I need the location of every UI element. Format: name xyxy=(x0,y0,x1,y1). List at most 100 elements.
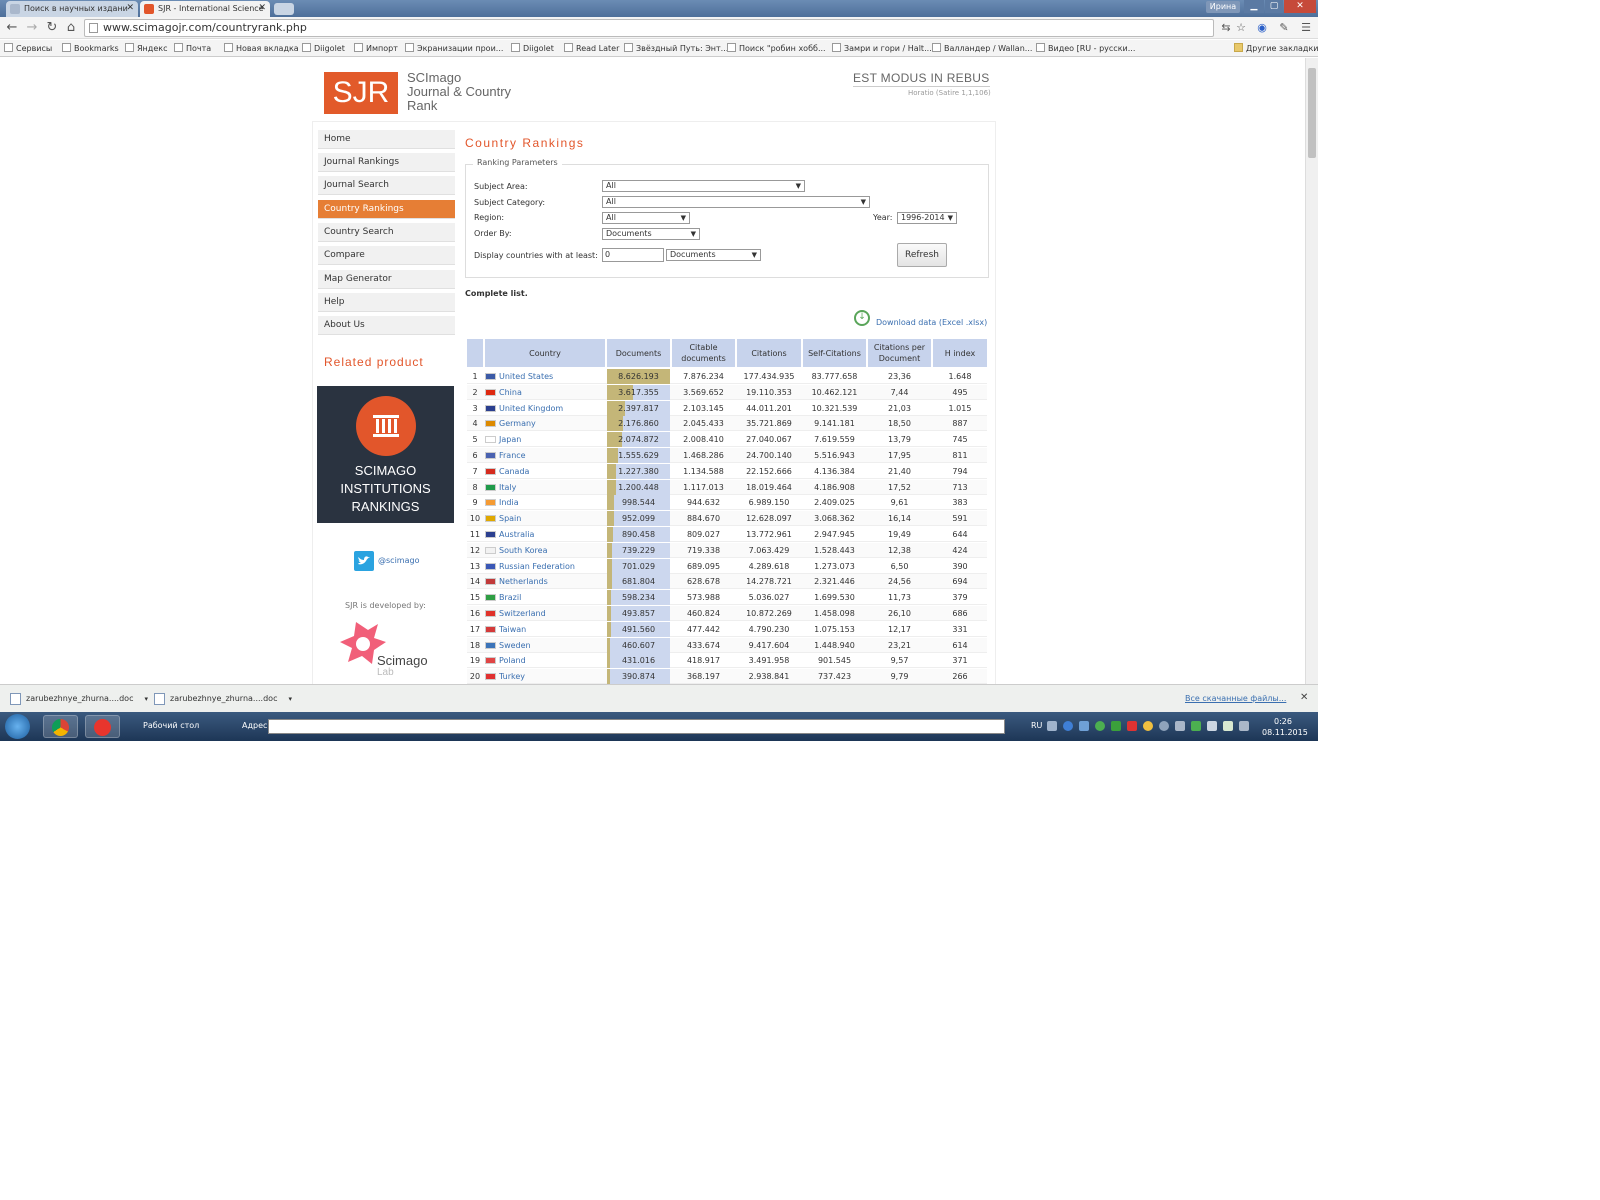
country-link[interactable]: France xyxy=(499,448,605,463)
chrome-taskbar-button[interactable] xyxy=(43,715,78,738)
menu-home[interactable]: Home xyxy=(318,130,455,149)
country-link[interactable]: Taiwan xyxy=(499,622,605,637)
bookmark-item[interactable]: Яндекс xyxy=(125,43,167,53)
bookmark-folder-other[interactable]: Другие закладки xyxy=(1234,43,1318,53)
bookmark-item[interactable]: Bookmarks xyxy=(62,43,119,53)
tray-check-icon[interactable] xyxy=(1111,721,1121,731)
chevron-down-icon[interactable]: ▾ xyxy=(288,688,292,710)
country-link[interactable]: South Korea xyxy=(499,543,605,558)
start-button[interactable] xyxy=(5,714,30,739)
taskbar-address-input[interactable] xyxy=(268,719,1005,734)
country-link[interactable]: Netherlands xyxy=(499,574,605,589)
tray-red-icon[interactable] xyxy=(1127,721,1137,731)
tab-sjr[interactable]: SJR - International Science ✕ xyxy=(140,1,270,17)
bookmark-item[interactable]: Поиск "робин хобб... xyxy=(727,43,826,53)
back-arrow-icon[interactable]: ← xyxy=(3,19,21,37)
country-link[interactable]: Canada xyxy=(499,464,605,479)
refresh-button[interactable]: Refresh xyxy=(897,243,947,267)
country-link[interactable]: Japan xyxy=(499,432,605,447)
forward-arrow-icon[interactable]: → xyxy=(23,19,41,37)
address-bar[interactable]: www.scimagojr.com/countryrank.php xyxy=(84,19,1214,37)
bookmark-item[interactable]: Read Later xyxy=(564,43,619,53)
header-self-citations[interactable]: Self-Citations xyxy=(803,339,866,367)
country-link[interactable]: United Kingdom xyxy=(499,401,605,416)
bookmark-item[interactable]: Сервисы xyxy=(4,43,52,53)
menu-country-rankings[interactable]: Country Rankings xyxy=(318,200,455,219)
yandex-taskbar-button[interactable] xyxy=(85,715,120,738)
home-icon[interactable]: ⌂ xyxy=(62,19,80,37)
bookmark-item[interactable]: Замри и гори / Halt... xyxy=(832,43,932,53)
bookmark-item[interactable]: Diigolet xyxy=(302,43,345,53)
tray-network-icon[interactable] xyxy=(1175,721,1185,731)
download-data-link[interactable]: Download data (Excel .xlsx) xyxy=(876,318,987,327)
tab-close-icon[interactable]: ✕ xyxy=(126,1,134,16)
year-select[interactable]: 1996-2014 ▼ xyxy=(897,212,957,224)
menu-compare[interactable]: Compare xyxy=(318,246,455,265)
country-link[interactable]: Germany xyxy=(499,416,605,431)
system-clock[interactable]: 0:26 08.11.2015 xyxy=(1262,716,1308,738)
page-scrollbar[interactable] xyxy=(1305,58,1318,684)
menu-about-us[interactable]: About Us xyxy=(318,316,455,335)
bookmark-item[interactable]: Почта xyxy=(174,43,211,53)
menu-country-search[interactable]: Country Search xyxy=(318,223,455,242)
header-country[interactable]: Country xyxy=(485,339,605,367)
twitter-icon[interactable] xyxy=(354,551,374,571)
country-link[interactable]: Italy xyxy=(499,480,605,495)
menu-map-generator[interactable]: Map Generator xyxy=(318,270,455,289)
desktop-toolbar-label[interactable]: Рабочий стол xyxy=(143,721,199,730)
subject-category-select[interactable]: All ▼ xyxy=(602,196,870,208)
reload-icon[interactable]: ↻ xyxy=(43,19,61,37)
order-by-select[interactable]: Documents ▼ xyxy=(602,228,700,240)
show-all-downloads-link[interactable]: Все скачанные файлы... xyxy=(1185,694,1286,703)
download-item[interactable]: zarubezhnye_zhurna....doc ▾ xyxy=(4,688,148,710)
tray-display-icon[interactable] xyxy=(1239,721,1249,731)
country-link[interactable]: Sweden xyxy=(499,638,605,653)
extension-icon[interactable]: ◉ xyxy=(1255,21,1269,35)
tab-close-icon[interactable]: ✕ xyxy=(258,1,266,16)
tray-smile-icon[interactable] xyxy=(1143,721,1153,731)
bookmark-item[interactable]: Новая вкладка xyxy=(224,43,299,53)
header-documents[interactable]: Documents xyxy=(607,339,670,367)
help-icon[interactable] xyxy=(1063,721,1073,731)
extension-2-icon[interactable]: ✎ xyxy=(1277,21,1291,35)
window-close-icon[interactable]: ✕ xyxy=(1284,0,1316,13)
country-link[interactable]: Brazil xyxy=(499,590,605,605)
bookmark-item[interactable]: Diigolet xyxy=(511,43,554,53)
downloads-close-icon[interactable]: ✕ xyxy=(1300,692,1308,703)
bookmark-item[interactable]: Видео [RU - русски... xyxy=(1036,43,1135,53)
bookmark-item[interactable]: Импорт xyxy=(354,43,398,53)
tray-green-icon[interactable] xyxy=(1095,721,1105,731)
download-item[interactable]: zarubezhnye_zhurna....doc ▾ xyxy=(148,688,292,710)
maximize-icon[interactable]: ▢ xyxy=(1265,0,1283,13)
new-tab-button[interactable] xyxy=(274,3,294,15)
region-select[interactable]: All ▼ xyxy=(602,212,690,224)
tray-gear-icon[interactable] xyxy=(1159,721,1169,731)
keyboard-icon[interactable] xyxy=(1047,721,1057,731)
header-citations[interactable]: Citations xyxy=(737,339,801,367)
twitter-link[interactable]: @scimago xyxy=(378,556,419,565)
country-link[interactable]: Turkey xyxy=(499,669,605,684)
volume-icon[interactable] xyxy=(1207,721,1217,731)
subject-area-select[interactable]: All ▼ xyxy=(602,180,805,192)
tray-update-icon[interactable] xyxy=(1191,721,1201,731)
bookmark-star-icon[interactable]: ☆ xyxy=(1234,21,1248,35)
menu-help[interactable]: Help xyxy=(318,293,455,312)
menu-journal-rankings[interactable]: Journal Rankings xyxy=(318,153,455,172)
country-link[interactable]: Spain xyxy=(499,511,605,526)
country-link[interactable]: Australia xyxy=(499,527,605,542)
country-link[interactable]: China xyxy=(499,385,605,400)
header-citations-per-document[interactable]: Citations per Document xyxy=(868,339,931,367)
minimize-icon[interactable]: ▁ xyxy=(1244,0,1264,13)
sjr-logo[interactable]: SJR xyxy=(324,72,398,114)
tab-search-journals[interactable]: Поиск в научных издани ✕ xyxy=(6,1,138,17)
header-citable-documents[interactable]: Citable documents xyxy=(672,339,735,367)
display-min-input[interactable]: 0 xyxy=(602,248,664,262)
country-link[interactable]: India xyxy=(499,495,605,510)
country-link[interactable]: Russian Federation xyxy=(499,559,605,574)
display-unit-select[interactable]: Documents ▼ xyxy=(666,249,761,261)
scrollbar-thumb[interactable] xyxy=(1308,68,1316,158)
translate-icon[interactable]: ⇆ xyxy=(1219,21,1233,35)
tray-app-icon[interactable] xyxy=(1079,721,1089,731)
country-link[interactable]: United States xyxy=(499,369,605,384)
tray-chat-icon[interactable] xyxy=(1223,721,1233,731)
